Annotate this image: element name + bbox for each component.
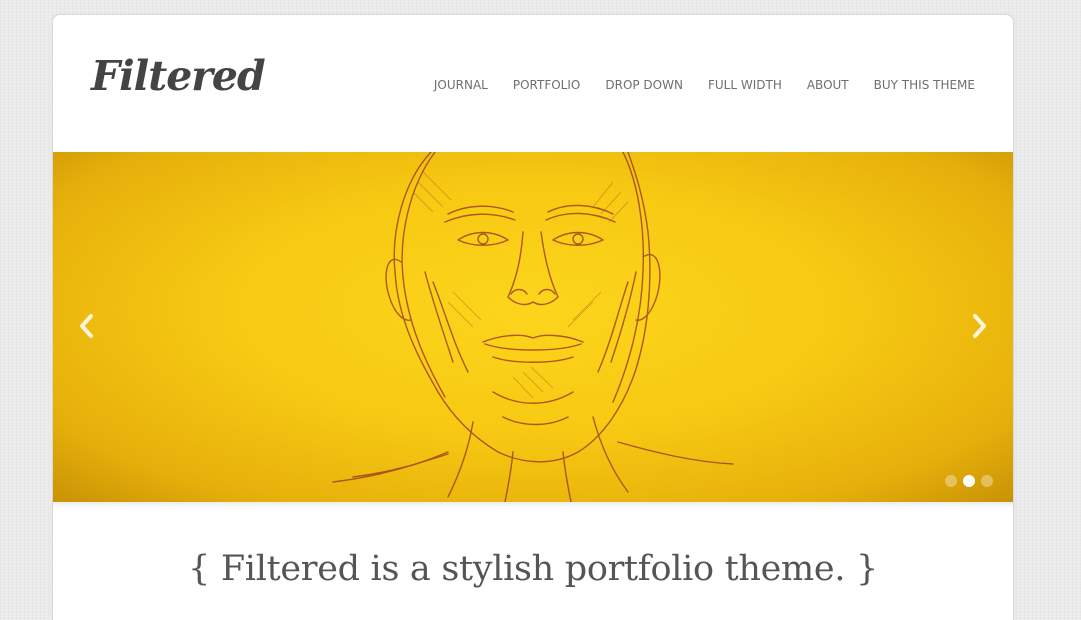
site-logo[interactable]: Filtered (91, 56, 266, 97)
slider-dot-1[interactable] (945, 475, 957, 487)
nav-item-journal[interactable]: JOURNAL (434, 78, 488, 92)
main-nav: JOURNAL PORTFOLIO DROP DOWN FULL WIDTH A… (434, 78, 975, 92)
page-container: Filtered JOURNAL PORTFOLIO DROP DOWN FUL… (52, 14, 1014, 620)
slider-dot-2[interactable] (963, 475, 975, 487)
slider-next-button[interactable] (967, 312, 991, 340)
nav-item-drop-down[interactable]: DROP DOWN (605, 78, 683, 92)
site-header: Filtered JOURNAL PORTFOLIO DROP DOWN FUL… (53, 15, 1013, 152)
site-tagline: { Filtered is a stylish portfolio theme.… (188, 549, 878, 589)
slider-pagination (945, 475, 993, 487)
sketch-portrait-image (332, 152, 734, 502)
slider-shadow (53, 502, 1013, 508)
chevron-left-icon (80, 314, 93, 338)
nav-item-about[interactable]: ABOUT (807, 78, 849, 92)
slider-dot-3[interactable] (981, 475, 993, 487)
chevron-right-icon (973, 314, 986, 338)
nav-item-buy-this-theme[interactable]: BUY THIS THEME (874, 78, 975, 92)
slider-prev-button[interactable] (75, 312, 99, 340)
nav-item-full-width[interactable]: FULL WIDTH (708, 78, 782, 92)
hero-slider (53, 152, 1013, 502)
nav-item-portfolio[interactable]: PORTFOLIO (513, 78, 581, 92)
